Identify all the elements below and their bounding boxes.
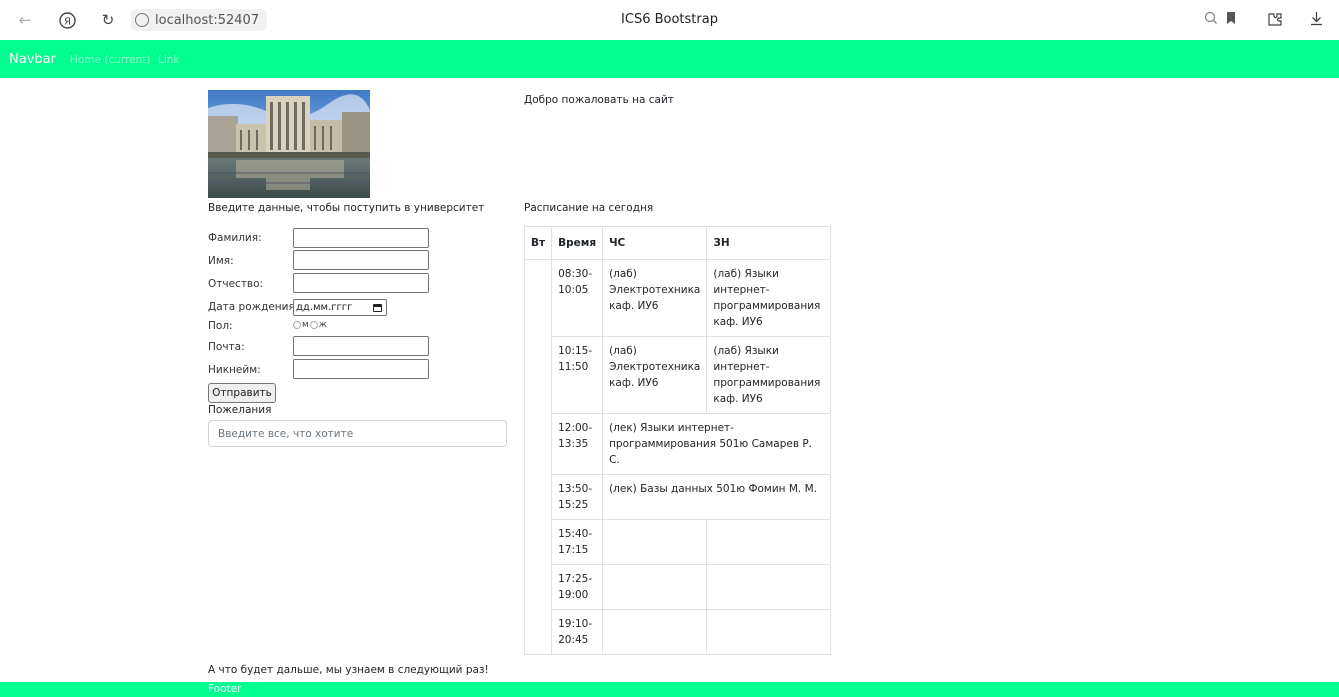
denominator-cell: (лаб) Языки интернет-программирования ка…	[706, 259, 832, 337]
schedule-header-row: Вт Время ЧС ЗН	[523, 226, 832, 260]
patronymic-input[interactable]	[293, 273, 429, 293]
denominator-cell	[706, 519, 832, 565]
submit-button[interactable]: Отправить	[208, 383, 276, 403]
gender-radio-group: м ж	[293, 320, 327, 330]
header-numerator: ЧС	[602, 226, 708, 260]
reload-icon[interactable]: ↻	[99, 11, 117, 29]
navbar: Navbar Home (current) Link	[0, 40, 1339, 78]
time-cell: 12:00-13:35	[551, 413, 604, 475]
header-time: Время	[551, 226, 604, 260]
merged-class-cell: (лек) Базы данных 501ю Фомин М. М.	[602, 474, 832, 520]
time-cell: 13:50-15:25	[551, 474, 604, 520]
birthdate-label: Дата рождения:	[208, 301, 299, 313]
time-cell: 10:15-11:50	[551, 336, 604, 414]
table-row: 08:30-10:05 (лаб) Электротехника каф. ИУ…	[523, 259, 832, 655]
back-arrow-icon[interactable]: ←	[16, 11, 34, 29]
table-row: 12:00-13:35 (лек) Языки интернет-програм…	[525, 413, 832, 475]
table-row: 17:25-19:00	[525, 564, 832, 610]
gender-option-male-label: м	[302, 320, 309, 330]
yandex-icon[interactable]: Я	[58, 11, 76, 29]
merged-class-cell: (лек) Языки интернет-программирования 50…	[602, 413, 832, 475]
patronymic-label: Отчество:	[208, 278, 264, 290]
download-icon[interactable]	[1310, 11, 1323, 30]
footer-label: Footer	[208, 683, 242, 695]
numerator-cell	[602, 609, 708, 655]
browser-toolbar: ← Я ↻ localhost:52407 ICS6 Bootstrap	[0, 0, 1339, 40]
welcome-text: Добро пожаловать на сайт	[524, 94, 674, 106]
name-label: Имя:	[208, 255, 234, 267]
address-bar-url: localhost:52407	[155, 12, 260, 28]
gender-label: Пол:	[208, 320, 233, 332]
header-denominator: ЗН	[706, 226, 832, 260]
nav-link-link[interactable]: Link	[158, 54, 180, 66]
search-icon[interactable]	[1204, 11, 1218, 29]
admission-intro-text: Введите данные, чтобы поступить в универ…	[208, 202, 485, 214]
extension-icon[interactable]	[1267, 11, 1283, 31]
gender-option-female-label: ж	[318, 320, 327, 330]
navbar-brand[interactable]: Navbar	[9, 52, 56, 67]
university-building-image	[208, 90, 370, 198]
schedule-title: Расписание на сегодня	[524, 202, 654, 214]
numerator-cell	[602, 519, 708, 565]
nickname-label: Никнейм:	[208, 364, 261, 376]
address-bar[interactable]: localhost:52407	[131, 9, 268, 31]
numerator-cell: (лаб) Электротехника каф. ИУ6	[602, 259, 708, 337]
closing-text: А что будет дальше, мы узнаем в следующи…	[208, 664, 489, 676]
denominator-cell	[706, 609, 832, 655]
surname-input[interactable]	[293, 228, 429, 248]
svg-text:Я: Я	[64, 16, 71, 27]
table-row: 15:40-17:15	[525, 519, 832, 565]
denominator-cell: (лаб) Языки интернет-программирования ка…	[706, 336, 832, 414]
denominator-cell	[706, 564, 832, 610]
time-cell: 17:25-19:00	[551, 564, 604, 610]
wishes-label: Пожелания	[208, 404, 272, 416]
birthdate-input[interactable]: дд.мм.гггг	[293, 299, 387, 316]
email-input[interactable]	[293, 336, 429, 356]
header-day: Вт	[523, 226, 553, 260]
calendar-icon[interactable]	[373, 303, 382, 312]
nav-link-home[interactable]: Home (current)	[70, 54, 150, 66]
site-info-icon[interactable]	[135, 13, 149, 27]
day-cell	[523, 259, 553, 655]
wishes-input[interactable]: Введите все, что хотите	[208, 420, 507, 447]
table-row: 13:50-15:25 (лек) Базы данных 501ю Фомин…	[525, 474, 832, 520]
wishes-placeholder: Введите все, что хотите	[218, 427, 354, 440]
table-row: 10:15-11:50 (лаб) Электротехника каф. ИУ…	[525, 336, 832, 414]
time-cell: 19:10-20:45	[551, 609, 604, 655]
gender-radio-male[interactable]	[293, 321, 301, 329]
email-label: Почта:	[208, 341, 245, 353]
time-cell: 15:40-17:15	[551, 519, 604, 565]
nickname-input[interactable]	[293, 359, 429, 379]
bookmark-icon[interactable]	[1226, 11, 1236, 29]
schedule-table: Вт Время ЧС ЗН 08:30-10:05 (лаб) Электро…	[523, 226, 832, 655]
gender-radio-female[interactable]	[309, 321, 318, 329]
surname-label: Фамилия:	[208, 232, 262, 244]
birthdate-placeholder: дд.мм.гггг	[296, 302, 353, 313]
numerator-cell: (лаб) Электротехника каф. ИУ6	[602, 336, 708, 414]
name-input[interactable]	[293, 250, 429, 270]
numerator-cell	[602, 564, 708, 610]
table-row: 19:10-20:45	[525, 609, 832, 655]
time-cell: 08:30-10:05	[551, 259, 604, 337]
footer-bar: Footer	[0, 682, 1339, 697]
